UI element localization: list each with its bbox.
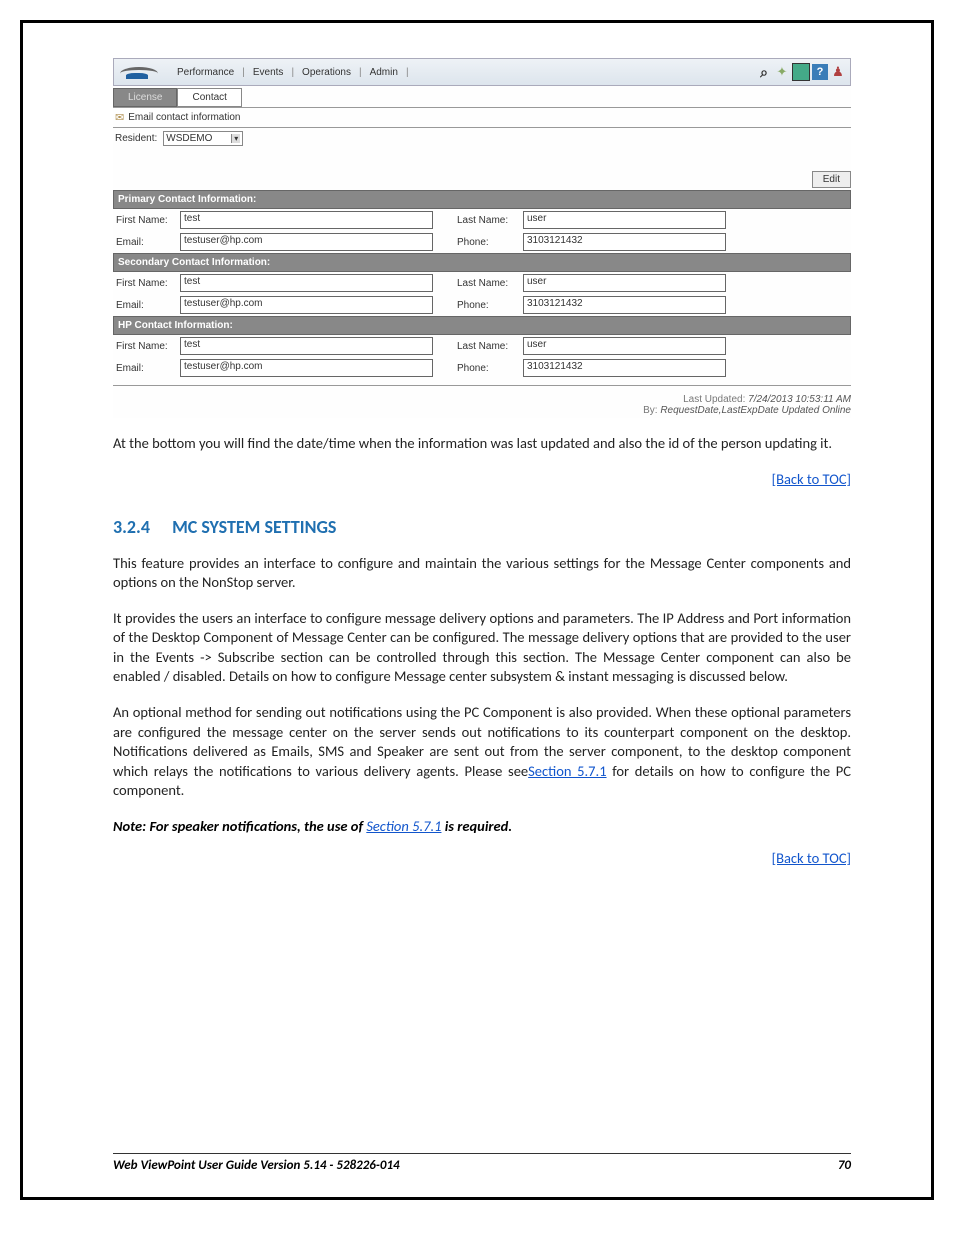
last-updated-value: 7/24/2013 10:53:11 AM: [748, 394, 851, 405]
phone-input[interactable]: 3103121432: [523, 359, 726, 377]
note-text: Note: For speaker notifications, the use…: [113, 817, 851, 835]
last-updated-label: Last Updated:: [683, 394, 745, 405]
footer-left: Web ViewPoint User Guide Version 5.14 - …: [113, 1158, 400, 1173]
form-row: First Name: test Last Name: user: [113, 209, 851, 231]
last-name-label: Last Name:: [457, 215, 519, 226]
first-name-label: First Name:: [116, 341, 176, 352]
by-value: RequestDate,LastExpDate Updated Online: [660, 405, 851, 416]
email-icon: ✉: [115, 111, 124, 124]
first-name-input[interactable]: test: [180, 337, 433, 355]
paragraph-1: At the bottom you will find the date/tim…: [113, 434, 851, 454]
status-footer: Last Updated: 7/24/2013 10:53:11 AM By: …: [113, 385, 851, 418]
email-input[interactable]: testuser@hp.com: [180, 296, 433, 314]
subtabs: License Contact: [113, 88, 851, 107]
heading-text: MC SYSTEM SETTINGS: [172, 516, 336, 538]
resident-label: Resident:: [115, 133, 157, 144]
section-header: Primary Contact Information:: [113, 190, 851, 209]
screen-icon[interactable]: [792, 63, 810, 81]
nav-events[interactable]: Events: [251, 67, 286, 78]
last-name-label: Last Name:: [457, 341, 519, 352]
help-icon[interactable]: ?: [812, 64, 828, 80]
paragraph-2: This feature provides an interface to co…: [113, 554, 851, 593]
heading-number: 3.2.4: [113, 516, 150, 538]
email-label: Email:: [116, 237, 176, 248]
form-row: Email: testuser@hp.com Phone: 3103121432: [113, 231, 851, 253]
user-icon[interactable]: ♟: [830, 64, 846, 80]
panel-title: ✉ Email contact information: [113, 108, 851, 127]
phone-input[interactable]: 3103121432: [523, 296, 726, 314]
search-icon[interactable]: ⌕: [756, 64, 772, 80]
panel-title-text: Email contact information: [128, 112, 240, 123]
email-input[interactable]: testuser@hp.com: [180, 359, 433, 377]
form-row: Email: testuser@hp.com Phone: 3103121432: [113, 357, 851, 379]
last-name-input[interactable]: user: [523, 274, 726, 292]
form-row: First Name: test Last Name: user: [113, 272, 851, 294]
first-name-input[interactable]: test: [180, 274, 433, 292]
chevron-down-icon: ▾: [231, 134, 240, 143]
phone-label: Phone:: [457, 300, 519, 311]
app-top-bar: Performance | Events | Operations | Admi…: [113, 58, 851, 86]
form-row: First Name: test Last Name: user: [113, 335, 851, 357]
last-name-input[interactable]: user: [523, 211, 726, 229]
first-name-label: First Name:: [116, 215, 176, 226]
phone-label: Phone:: [457, 363, 519, 374]
by-label: By:: [643, 405, 657, 416]
back-to-toc-link[interactable]: [Back to TOC]: [772, 849, 851, 867]
back-to-toc-link[interactable]: [Back to TOC]: [772, 470, 851, 488]
paragraph-3: It provides the users an interface to co…: [113, 609, 851, 687]
resident-value: WSDEMO: [166, 133, 212, 144]
first-name-label: First Name:: [116, 278, 176, 289]
form-row: Email: testuser@hp.com Phone: 3103121432: [113, 294, 851, 316]
edit-button[interactable]: Edit: [812, 171, 851, 188]
nav-operations[interactable]: Operations: [300, 67, 353, 78]
phone-input[interactable]: 3103121432: [523, 233, 726, 251]
section-header: HP Contact Information:: [113, 316, 851, 335]
page-footer: Web ViewPoint User Guide Version 5.14 - …: [113, 1153, 851, 1177]
back-to-toc-2: [Back to TOC]: [113, 849, 851, 867]
paragraph-4: An optional method for sending out notif…: [113, 703, 851, 801]
footer-page-number: 70: [838, 1158, 851, 1173]
nav-admin[interactable]: Admin: [368, 67, 400, 78]
resident-row: Resident: WSDEMO ▾: [113, 128, 851, 149]
nav-performance[interactable]: Performance: [175, 67, 236, 78]
top-icons: ⌕ ✦ ? ♟: [756, 63, 846, 81]
top-nav: Performance | Events | Operations | Admi…: [118, 63, 411, 81]
tab-license[interactable]: License: [113, 88, 177, 107]
email-input[interactable]: testuser@hp.com: [180, 233, 433, 251]
back-to-toc-1: [Back to TOC]: [113, 470, 851, 488]
wand-icon[interactable]: ✦: [774, 64, 790, 80]
app-logo-icon: [118, 63, 163, 81]
section-link-571[interactable]: Section 5.7.1: [528, 762, 606, 780]
email-label: Email:: [116, 300, 176, 311]
section-link-571-note[interactable]: Section 5.7.1: [366, 817, 441, 835]
email-label: Email:: [116, 363, 176, 374]
section-heading: 3.2.4 MC SYSTEM SETTINGS: [113, 516, 851, 538]
section-header: Secondary Contact Information:: [113, 253, 851, 272]
first-name-input[interactable]: test: [180, 211, 433, 229]
phone-label: Phone:: [457, 237, 519, 248]
tab-contact[interactable]: Contact: [177, 88, 241, 107]
last-name-label: Last Name:: [457, 278, 519, 289]
app-screenshot: Performance | Events | Operations | Admi…: [113, 58, 851, 418]
last-name-input[interactable]: user: [523, 337, 726, 355]
resident-select[interactable]: WSDEMO ▾: [163, 131, 243, 146]
